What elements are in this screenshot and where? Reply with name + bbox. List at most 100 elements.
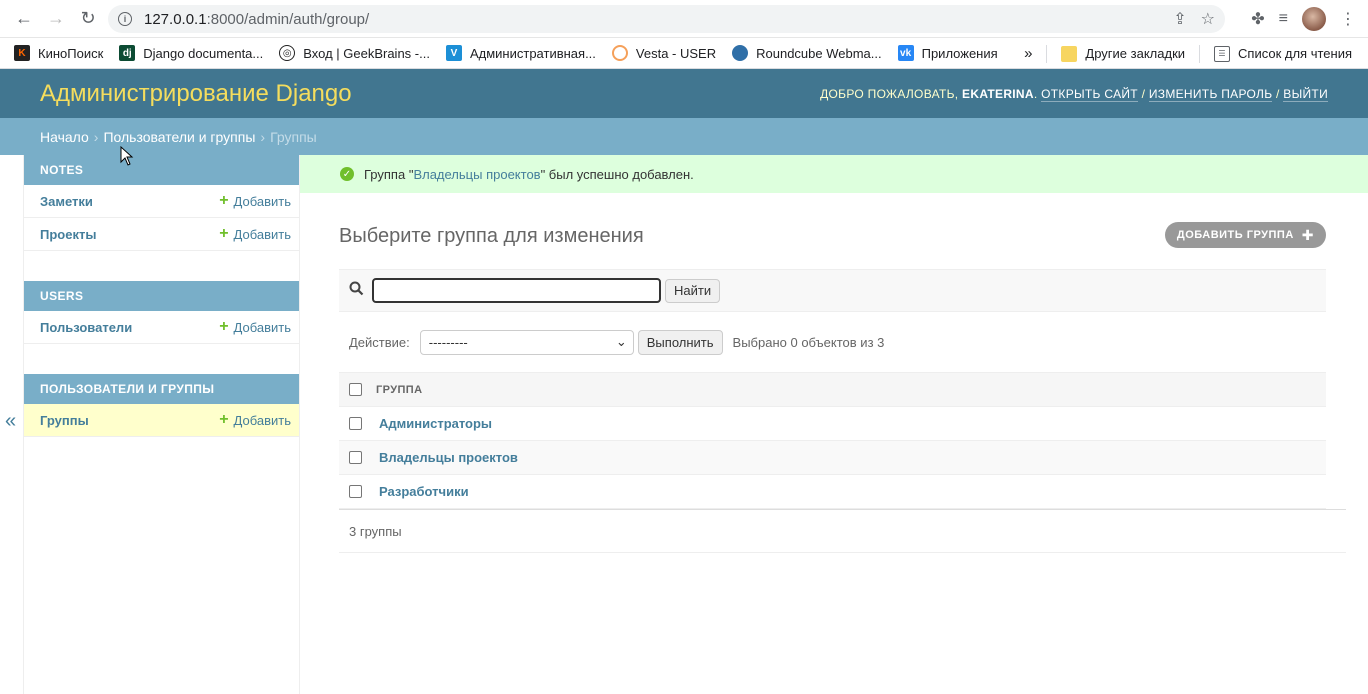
address-bar[interactable]: i 127.0.0.1:8000/admin/auth/group/ ⇪ ☆ [108, 5, 1225, 33]
select-all-checkbox[interactable] [349, 383, 362, 396]
mouse-cursor-icon [120, 146, 134, 166]
add-link[interactable]: + Добавить [219, 225, 291, 243]
sidebar-item-projects: Проекты + Добавить [24, 218, 299, 251]
row-link[interactable]: Администраторы [379, 416, 492, 431]
plus-icon: ✚ [1301, 226, 1314, 243]
execute-button[interactable]: Выполнить [637, 329, 723, 355]
table-row: Владельцы проектов [339, 441, 1326, 475]
content: ✓ Группа " Владельцы проектов " был успешн… [300, 155, 1368, 694]
reading-list-icon: ☰ [1214, 45, 1231, 62]
breadcrumb-home[interactable]: Начало [40, 129, 89, 145]
v-icon: V [445, 45, 462, 61]
breadcrumb-current: Группы [270, 128, 317, 145]
welcome-text: Добро пожаловать, [820, 86, 959, 101]
bookmark-vesta[interactable]: Vesta - USER [611, 45, 716, 61]
logout-link[interactable]: Выйти [1283, 86, 1328, 102]
add-link[interactable]: + Добавить [219, 192, 291, 210]
table-row: Разработчики [339, 475, 1326, 509]
module-auth: Пользователи и группы Группы + Добавить [24, 374, 299, 437]
breadcrumb: Начало › Пользователи и группы › Группы [0, 118, 1368, 155]
site-branding[interactable]: Администрирование Django [40, 80, 352, 108]
user-tools: Добро пожаловать, EKATERINA. Открыть сай… [820, 86, 1328, 102]
plus-icon: + [219, 225, 229, 242]
vk-icon: vk [897, 45, 914, 61]
add-link[interactable]: + Добавить [219, 411, 291, 429]
forward-arrow-icon[interactable]: → [40, 3, 72, 35]
bookmark-django-docs[interactable]: dj Django documenta... [119, 45, 263, 61]
row-checkbox[interactable] [349, 417, 362, 430]
action-label: Действие: [349, 334, 410, 350]
changelist: Найти Действие: --------- ⌄ Выполнить Вы… [339, 269, 1346, 553]
view-site-link[interactable]: Открыть сайт [1041, 86, 1138, 102]
bookmark-admin[interactable]: V Административная... [445, 45, 596, 61]
row-link[interactable]: Владельцы проектов [379, 450, 518, 465]
search-toolbar: Найти [339, 269, 1326, 312]
breadcrumb-separator: › [260, 128, 266, 145]
search-icon [349, 281, 364, 300]
url-text[interactable]: 127.0.0.1:8000/admin/auth/group/ [144, 11, 369, 28]
bookmark-roundcube[interactable]: Roundcube Webma... [732, 45, 882, 61]
reload-icon[interactable]: ↻ [72, 3, 104, 35]
kinopoisk-icon: K [14, 45, 30, 61]
bookmark-kinopoisk[interactable]: K КиноПоиск [14, 45, 103, 61]
search-button[interactable]: Найти [665, 278, 721, 303]
main-area: « NOTES Заметки + Добавить Проекты + Добав… [0, 155, 1368, 694]
row-checkbox[interactable] [349, 485, 362, 498]
selection-counter: Выбрано 0 объектов из 3 [732, 334, 885, 350]
action-select[interactable]: --------- ⌄ [419, 329, 634, 355]
row-link[interactable]: Разработчики [379, 484, 469, 499]
media-queue-icon[interactable]: ≡ [1279, 10, 1288, 28]
menu-kebab-icon[interactable]: ⋮ [1340, 9, 1356, 29]
info-icon[interactable]: i [118, 12, 132, 26]
module-caption[interactable]: USERS [24, 281, 299, 311]
extensions-icon[interactable]: ✤ [1251, 9, 1264, 29]
roundcube-icon [732, 45, 749, 61]
reading-list[interactable]: ☰ Список для чтения [1214, 45, 1352, 62]
username: EKATERINA [962, 86, 1034, 101]
add-link[interactable]: + Добавить [219, 318, 291, 336]
sidebar-item-users: Пользователи + Добавить [24, 311, 299, 344]
plus-icon: + [219, 411, 229, 428]
module-notes: NOTES Заметки + Добавить Проекты + Добавит… [24, 155, 299, 251]
search-input[interactable] [372, 278, 661, 303]
collapse-sidebar-icon[interactable]: « [5, 410, 16, 433]
nav-sidebar: NOTES Заметки + Добавить Проекты + Добавит… [23, 155, 300, 694]
module-caption[interactable]: Пользователи и группы [24, 374, 299, 404]
model-link[interactable]: Заметки [40, 194, 93, 209]
bookmark-geekbrains[interactable]: ◎ Вход | GeekBrains -... [279, 45, 430, 61]
chevron-down-icon: ⌄ [615, 334, 627, 349]
back-arrow-icon[interactable]: ← [8, 3, 40, 35]
divider [1046, 44, 1048, 63]
paginator: 3 группы [339, 509, 1346, 553]
share-icon[interactable]: ⇪ [1173, 9, 1186, 29]
vesta-icon [611, 45, 628, 61]
breadcrumb-separator: › [93, 128, 99, 145]
bookmark-star-icon[interactable]: ☆ [1201, 9, 1215, 29]
actions-bar: Действие: --------- ⌄ Выполнить Выбрано … [339, 312, 1326, 372]
message-link[interactable]: Владельцы проектов [413, 167, 540, 182]
model-link[interactable]: Проекты [40, 227, 96, 242]
plus-icon: + [219, 192, 229, 209]
model-link[interactable]: Пользователи [40, 320, 132, 335]
table-header: Группа [339, 373, 1326, 407]
more-bookmarks-icon[interactable]: » [1024, 45, 1032, 62]
profile-avatar[interactable] [1302, 7, 1326, 31]
bookmark-vk-apps[interactable]: vk Приложения [897, 45, 998, 61]
result-list: Группа Администраторы Владельцы проектов… [339, 372, 1326, 509]
bookmarks-bar: K КиноПоиск dj Django documenta... ◎ Вход |… [0, 38, 1368, 69]
breadcrumb-app[interactable]: Пользователи и группы [103, 129, 255, 145]
sidebar-item-notes: Заметки + Добавить [24, 185, 299, 218]
module-users: USERS Пользователи + Добавить [24, 281, 299, 344]
folder-icon [1061, 45, 1078, 62]
geekbrains-icon: ◎ [279, 45, 296, 61]
module-caption[interactable]: NOTES [24, 155, 299, 185]
add-group-button[interactable]: Добавить группа ✚ [1164, 222, 1326, 248]
model-link[interactable]: Группы [40, 413, 89, 428]
sidebar-item-groups: Группы + Добавить [24, 404, 299, 437]
change-password-link[interactable]: Изменить пароль [1148, 86, 1273, 102]
row-checkbox[interactable] [349, 451, 362, 464]
page-title: Выберите группа для изменения [339, 225, 644, 247]
admin-header: Администрирование Django Добро пожаловат… [0, 69, 1368, 118]
column-header-group[interactable]: Группа [376, 384, 422, 396]
bookmark-folder-other[interactable]: Другие закладки [1061, 45, 1185, 62]
